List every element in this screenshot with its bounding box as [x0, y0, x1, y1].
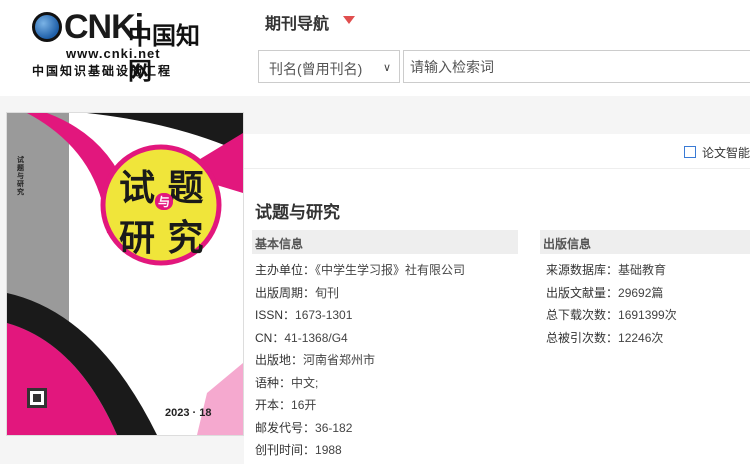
pub-info-row: 来源数据库：基础教育 [546, 263, 667, 277]
logo-url: www.cnki.net [66, 46, 161, 61]
basic-info-row: CN：41-1368/G4 [255, 331, 348, 345]
cover-title-bottom: 研 究 [119, 217, 204, 259]
basic-info-row: 创刊时间：1988 [255, 443, 342, 457]
globe-icon [32, 12, 62, 42]
basic-info-row: 开本：16开 [255, 398, 317, 412]
search-field-value: 刊名(曾用刊名) [269, 61, 363, 77]
basic-info-row: 出版地：河南省郑州市 [255, 353, 376, 367]
site-header: CNKi 中国知网 www.cnki.net 中国知识基础设施工程 期刊导航 刊… [0, 0, 750, 96]
basic-info-header: 基本信息 [252, 230, 518, 254]
pub-info-header: 出版信息 [540, 230, 750, 254]
basic-info-row: 邮发代号：36-182 [255, 421, 353, 435]
logo-tagline: 中国知识基础设施工程 [32, 64, 173, 78]
search-input[interactable] [403, 50, 750, 83]
layout-icon [683, 146, 696, 158]
basic-info-row: 语种：中文; [255, 376, 319, 390]
journal-nav-menu[interactable]: 期刊导航 [265, 10, 329, 34]
cover-side-text: 试题与研究 [17, 157, 24, 196]
ai-writing-label: 论文智能 [701, 146, 750, 160]
search-field-select[interactable]: 刊名(曾用刊名) ∨ [258, 50, 400, 83]
caret-down-icon[interactable] [343, 16, 355, 24]
pub-info-row: 出版文献量：29692篇 [546, 286, 664, 300]
search-bar: 刊名(曾用刊名) ∨ [258, 50, 750, 83]
cnki-logo[interactable]: CNKi 中国知网 www.cnki.net 中国知识基础设施工程 [30, 8, 210, 85]
cover-issue: 2023 · 18 [165, 407, 212, 419]
journal-cover[interactable]: 试 题 与 研 究 试题与研究 2023 · 18 [6, 112, 244, 436]
basic-info-row: ISSN：1673-1301 [255, 308, 353, 322]
basic-info-heading: 基本信息 [255, 237, 304, 251]
journal-title: 试题与研究 [255, 203, 340, 222]
ai-writing-link[interactable]: 论文智能 [683, 144, 750, 161]
panel-toolbar: 论文智能 [244, 134, 750, 169]
cover-title-mid: 与 [155, 193, 174, 210]
pub-info-row: 总下载次数：1691399次 [546, 308, 677, 322]
chevron-down-icon: ∨ [382, 62, 391, 74]
pub-info-heading: 出版信息 [543, 237, 592, 251]
basic-info-row: 出版周期：旬刊 [255, 286, 340, 300]
basic-info-row: 主办单位：《中学生学习报》社有限公司 [255, 263, 466, 277]
pub-info-row: 总被引次数：12246次 [546, 331, 664, 345]
